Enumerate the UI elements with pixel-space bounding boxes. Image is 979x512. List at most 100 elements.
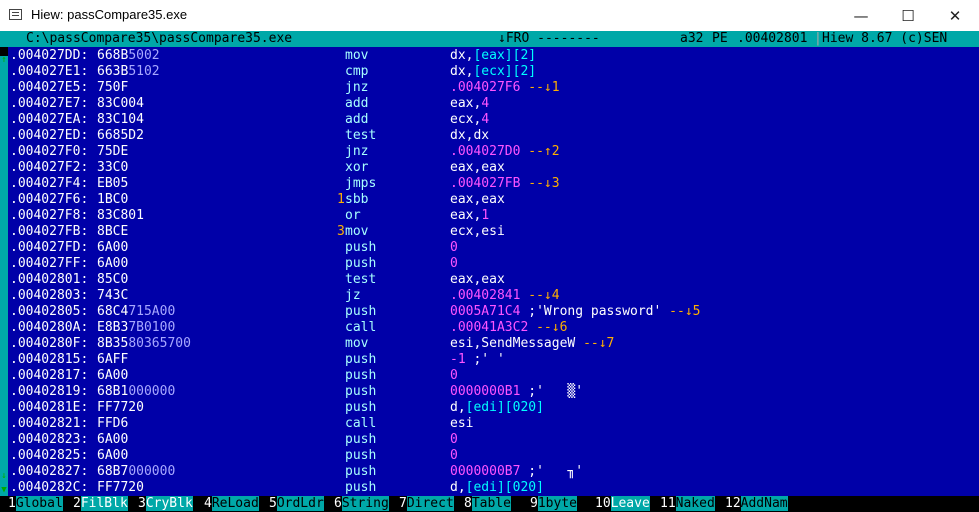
fkey-leave-button[interactable]: 10Leave bbox=[595, 496, 650, 512]
instruction-operands: eax,eax bbox=[450, 272, 505, 287]
fkey-global-button[interactable]: 1Global bbox=[8, 496, 63, 512]
scroll-down-arrow-icon[interactable]: ↓ bbox=[0, 472, 8, 481]
instruction-address: .00402805: bbox=[10, 304, 89, 319]
close-button[interactable]: ✕ bbox=[932, 0, 978, 31]
instruction-mnemonic: jz bbox=[345, 288, 361, 303]
instruction-operands: eax,1 bbox=[450, 208, 490, 223]
instruction-bytes: 6685D2 bbox=[97, 128, 144, 143]
instruction-operands: -1 ;' ' bbox=[450, 352, 505, 367]
instruction-operands: 0 bbox=[450, 448, 458, 463]
instruction-operands: esi,SendMessageW --↓7 bbox=[450, 336, 615, 351]
fkey-table-button[interactable]: 8Table bbox=[464, 496, 511, 512]
current-offset: .00402801 bbox=[737, 31, 808, 46]
instruction-address: .00402819: bbox=[10, 384, 89, 399]
jump-target-marker: 1 bbox=[337, 192, 345, 207]
fkey-number: 2 bbox=[73, 496, 81, 511]
instruction-mnemonic: sbb bbox=[345, 192, 369, 207]
instruction-operands: ecx,4 bbox=[450, 112, 490, 127]
fkey-filblk-button[interactable]: 2FilBlk bbox=[73, 496, 128, 512]
instruction-bytes: 668B5002 bbox=[97, 48, 160, 63]
instruction-mnemonic: push bbox=[345, 240, 377, 255]
instruction-address: .0040281E: bbox=[10, 400, 89, 415]
bitness: a32 bbox=[680, 31, 704, 46]
instruction-address: .004027E1: bbox=[10, 64, 89, 79]
instruction-bytes: FFD6 bbox=[97, 416, 129, 431]
instruction-bytes: 743C bbox=[97, 288, 129, 303]
file-path: C:\passCompare35\passCompare35.exe bbox=[26, 31, 293, 46]
instruction-address: .00402803: bbox=[10, 288, 89, 303]
instruction-mnemonic: cmp bbox=[345, 64, 369, 79]
instruction-bytes: 8B3580365700 bbox=[97, 336, 191, 351]
instruction-operands: 0 bbox=[450, 432, 458, 447]
instruction-bytes: EB05 bbox=[97, 176, 129, 191]
instruction-address: .004027F2: bbox=[10, 160, 89, 175]
instruction-address: .00402827: bbox=[10, 464, 89, 479]
scroll-up-arrow-icon[interactable]: ↑ bbox=[0, 56, 8, 65]
fkey-number: 11 bbox=[660, 496, 676, 511]
fkey-label: CryBlk bbox=[145, 496, 193, 511]
instruction-address: .00402821: bbox=[10, 416, 89, 431]
fkey-number: 4 bbox=[204, 496, 212, 511]
instruction-mnemonic: add bbox=[345, 96, 369, 111]
instruction-mnemonic: jmps bbox=[345, 176, 377, 191]
status-bar: C:\passCompare35\passCompare35.exe ↓FRO … bbox=[0, 31, 979, 47]
instruction-mnemonic: mov bbox=[345, 336, 369, 351]
fkey-reload-button[interactable]: 4ReLoad bbox=[204, 496, 259, 512]
hiew-console[interactable]: C:\passCompare35\passCompare35.exe ↓FRO … bbox=[0, 31, 979, 512]
minimize-button[interactable]: — bbox=[838, 0, 884, 31]
instruction-address: .004027FB: bbox=[10, 224, 89, 239]
instruction-bytes: 6AFF bbox=[97, 352, 129, 367]
fkey-ordldr-button[interactable]: 5OrdLdr bbox=[269, 496, 324, 512]
instruction-mnemonic: call bbox=[345, 320, 377, 335]
instruction-bytes: 6A00 bbox=[97, 448, 129, 463]
fkey-label: 1byte bbox=[537, 496, 577, 511]
instruction-operands: d,[edi][020] bbox=[450, 400, 544, 415]
instruction-bytes: 750F bbox=[97, 80, 129, 95]
fkey-label: Naked bbox=[675, 496, 715, 511]
fkey-number: 9 bbox=[530, 496, 538, 511]
fkey-string-button[interactable]: 6String bbox=[334, 496, 389, 512]
instruction-address: .004027EA: bbox=[10, 112, 89, 127]
instruction-bytes: 68B7000000 bbox=[97, 464, 176, 479]
instruction-bytes: 68C4715A00 bbox=[97, 304, 176, 319]
instruction-operands: 0 bbox=[450, 240, 458, 255]
fkey-number: 3 bbox=[138, 496, 146, 511]
fkey-number: 7 bbox=[399, 496, 407, 511]
fkey-direct-button[interactable]: 7Direct bbox=[399, 496, 454, 512]
instruction-address: .00402825: bbox=[10, 448, 89, 463]
fkey-addnam-button[interactable]: 12AddNam bbox=[725, 496, 788, 512]
instruction-address: .004027DD: bbox=[10, 48, 89, 63]
fkey-cryblk-button[interactable]: 3CryBlk bbox=[138, 496, 193, 512]
instruction-bytes: FF7720 bbox=[97, 480, 144, 495]
instruction-operands: 0005A71C4 ;'Wrong password' --↓5 bbox=[450, 304, 701, 319]
instruction-operands: .004027F6 --↓1 bbox=[450, 80, 560, 95]
instruction-bytes: E8B37B0100 bbox=[97, 320, 176, 335]
instruction-operands: 0 bbox=[450, 368, 458, 383]
fkey-1byte-button[interactable]: 91byte bbox=[530, 496, 577, 512]
instruction-operands: .00402841 --↓4 bbox=[450, 288, 560, 303]
fkey-label: Global bbox=[15, 496, 63, 511]
maximize-button[interactable]: ☐ bbox=[885, 0, 931, 31]
instruction-operands: dx,[eax][2] bbox=[450, 48, 537, 63]
instruction-operands: ecx,esi bbox=[450, 224, 505, 239]
instruction-mnemonic: push bbox=[345, 432, 377, 447]
jump-target-marker: 3 bbox=[337, 224, 345, 239]
instruction-bytes: 83C801 bbox=[97, 208, 144, 223]
fkey-number: 5 bbox=[269, 496, 277, 511]
fkey-label: OrdLdr bbox=[276, 496, 324, 511]
instruction-address: .004027FF: bbox=[10, 256, 89, 271]
file-format: PE bbox=[712, 31, 728, 46]
instruction-mnemonic: or bbox=[345, 208, 361, 223]
instruction-mnemonic: call bbox=[345, 416, 377, 431]
scroll-end-arrow-icon[interactable]: ▼ bbox=[0, 486, 8, 495]
fkey-naked-button[interactable]: 11Naked bbox=[660, 496, 715, 512]
vertical-scrollbar[interactable]: ↑ ↓ ▼ bbox=[0, 47, 8, 496]
fkey-label: ReLoad bbox=[211, 496, 259, 511]
fkey-label: AddNam bbox=[740, 496, 788, 511]
instruction-operands: .004027D0 --↑2 bbox=[450, 144, 560, 159]
instruction-mnemonic: push bbox=[345, 352, 377, 367]
instruction-bytes: 68B1000000 bbox=[97, 384, 176, 399]
instruction-bytes: 6A00 bbox=[97, 368, 129, 383]
view-mode: ↓FRO -------- bbox=[498, 31, 600, 46]
instruction-bytes: 33C0 bbox=[97, 160, 129, 175]
